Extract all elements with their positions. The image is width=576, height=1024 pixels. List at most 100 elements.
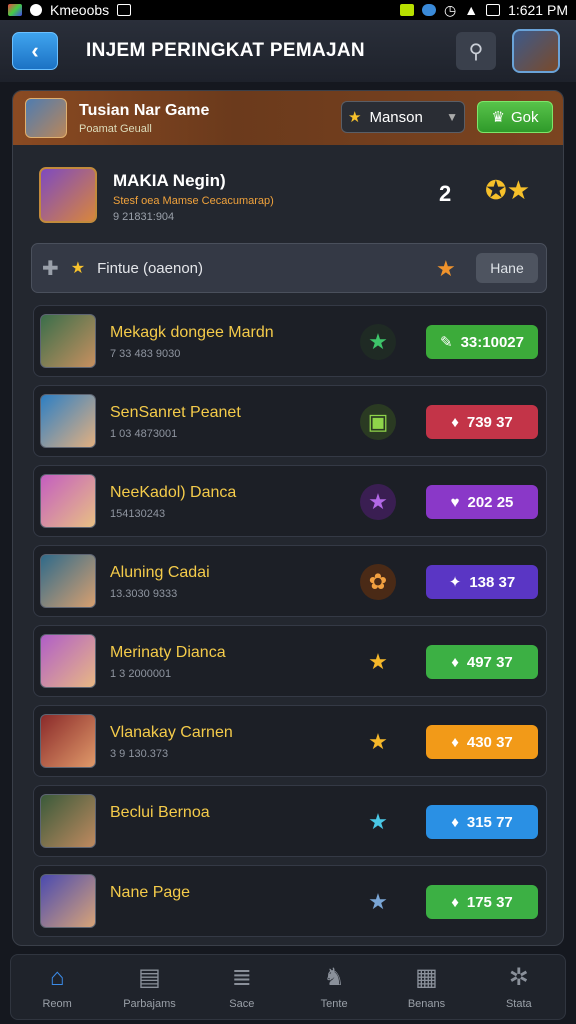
nav-tente-label: Tente	[320, 998, 348, 1010]
player-row[interactable]: Aluning Cadai 13.3030 9333 ✿ ✦ 138 37	[33, 545, 547, 617]
player-avatar	[40, 714, 96, 768]
my-avatar	[39, 167, 97, 223]
nav-home[interactable]: ⌂ Reom	[17, 964, 97, 1010]
nav-home-icon: ⌂	[49, 964, 65, 991]
player-row[interactable]: Merinaty Dianca 1 3 2000001 ★ ♦ 497 37	[33, 625, 547, 697]
score-pill[interactable]: ♦ 430 37	[426, 725, 538, 759]
nav-benans-label: Benans	[407, 998, 446, 1010]
trophy-icon: ♛	[491, 109, 505, 126]
favorite-star-icon[interactable]: ★	[436, 256, 456, 282]
nav-home-label: Reom	[42, 998, 72, 1010]
season-dropdown[interactable]: ★ Manson ▼	[341, 101, 465, 133]
player-avatar	[40, 314, 96, 368]
score-pill[interactable]: ♦ 315 77	[426, 805, 538, 839]
profile-avatar[interactable]	[512, 29, 560, 73]
nav-parbajams-icon: ▤	[138, 964, 161, 991]
go-label: Gok	[510, 108, 539, 126]
score-icon: ♦	[451, 413, 459, 431]
app-grid-icon	[8, 4, 22, 16]
player-name: Aluning Cadai	[110, 564, 210, 581]
player-row[interactable]: Vlanakay Carnen 3 9 130.373 ★ ♦ 430 37	[33, 705, 547, 777]
status-time: 1:621 PM	[508, 2, 568, 18]
score-icon: ♦	[451, 813, 459, 831]
status-app-name: Kmeoobs	[50, 2, 110, 18]
player-row[interactable]: Nenah Sogse ★ ♦ 775 37	[33, 945, 547, 946]
add-icon: ✚	[42, 257, 59, 280]
player-id: 3 9 130.373	[110, 748, 169, 760]
score-icon: ♦	[451, 733, 459, 751]
player-id: 7 33 483 9030	[110, 348, 181, 360]
nav-parbajams-label: Parbajams	[123, 998, 176, 1010]
nav-benans[interactable]: ▦ Benans	[386, 964, 466, 1010]
alarm-icon: ◷	[443, 1, 457, 18]
score-icon: ♦	[451, 653, 459, 671]
search-button[interactable]: ⚲	[456, 32, 496, 70]
rank-badge-icon: ★	[368, 649, 388, 674]
filter-label: Fintue (oaenon)	[97, 259, 204, 277]
player-avatar	[40, 394, 96, 448]
score-pill[interactable]: ♦ 175 37	[426, 885, 538, 919]
player-id: 154130243	[110, 508, 166, 520]
cloud-icon	[421, 4, 436, 16]
nav-tente[interactable]: ♞ Tente	[294, 964, 374, 1010]
star-icon: ★	[348, 109, 362, 126]
score-value: 33:10027	[460, 333, 524, 351]
score-pill[interactable]: ♦ 497 37	[426, 645, 538, 679]
rank-badge-icon: ✿	[360, 564, 396, 600]
page-title: INJEM PERINGKAT PEMAJAN	[86, 40, 365, 61]
go-button[interactable]: ♛ Gok	[477, 101, 553, 133]
player-row[interactable]: Beclui Bernoa ★ ♦ 315 77	[33, 785, 547, 857]
player-avatar	[40, 474, 96, 528]
rank-badge-icon: ★	[368, 729, 388, 754]
battery-icon	[486, 4, 501, 16]
chevron-left-icon: ‹	[31, 38, 39, 63]
nav-sace[interactable]: ≣ Sace	[202, 964, 282, 1010]
player-id: 1 3 2000001	[110, 668, 172, 680]
rank-badge-icon: ★	[368, 889, 388, 914]
nav-stata[interactable]: ✲ Stata	[479, 964, 559, 1010]
banner-title: Tusian Nar Game	[79, 101, 210, 119]
game-banner: Tusian Nar Game Poamat Geuall ★ Manson ▼…	[13, 91, 563, 145]
nav-stata-icon: ✲	[508, 964, 529, 991]
app-indicator-icon	[30, 4, 42, 16]
bottom-navigation: ⌂ Reom ▤ Parbajams ≣ Sace ♞ Tente ▦ Bena…	[10, 954, 566, 1020]
nav-sace-label: Sace	[229, 998, 255, 1010]
score-icon: ♦	[451, 893, 459, 911]
player-name: Mekagk dongee Mardn	[110, 324, 274, 341]
signal-icon: ▲	[464, 2, 479, 18]
rank-badge-icon: ▣	[360, 404, 396, 440]
player-id: 13.3030 9333	[110, 588, 178, 600]
status-bar: Kmeoobs ◷ ▲ 1:621 PM	[0, 0, 576, 20]
search-icon: ⚲	[468, 40, 484, 63]
nav-stata-label: Stata	[505, 998, 532, 1010]
my-rank-card[interactable]: MAKIA Negin) Stesf oea Mamse Cecacumarap…	[35, 165, 545, 229]
rank-badge-icon: ★	[368, 809, 388, 834]
game-avatar	[25, 98, 67, 138]
player-row[interactable]: NeeKadol) Danca 154130243 ★ ♥ 202 25	[33, 465, 547, 537]
rank-badge-icon: ★	[360, 484, 396, 520]
nav-parbajams[interactable]: ▤ Parbajams	[109, 964, 189, 1010]
nav-sace-icon: ≣	[231, 964, 252, 991]
score-pill[interactable]: ♦ 739 37	[426, 405, 538, 439]
nav-tente-icon: ♞	[323, 964, 345, 991]
player-name: Nane Page	[110, 884, 191, 901]
player-row[interactable]: SenSanret Peanet 1 03 4873001 ▣ ♦ 739 37	[33, 385, 547, 457]
top-header: ‹ INJEM PERINGKAT PEMAJAN ⚲	[0, 20, 576, 82]
player-row[interactable]: Nane Page ★ ♦ 175 37	[33, 865, 547, 937]
score-pill[interactable]: ♥ 202 25	[426, 485, 538, 519]
back-button[interactable]: ‹	[12, 32, 58, 70]
star-icon: ★	[70, 260, 86, 277]
player-name: SenSanret Peanet	[110, 404, 241, 421]
score-icon: ♥	[450, 493, 460, 511]
score-pill[interactable]: ✎ 33:10027	[426, 325, 538, 359]
player-row[interactable]: Mekagk dongee Mardn 7 33 483 9030 ★ ✎ 33…	[33, 305, 547, 377]
player-id: 1 03 4873001	[110, 428, 178, 440]
nav-benans-icon: ▦	[415, 964, 438, 991]
my-subtitle: Stesf oea Mamse Cecacumarap)	[113, 195, 274, 207]
score-icon: ✦	[448, 574, 462, 591]
score-value: 138 37	[469, 573, 516, 591]
score-pill[interactable]: ✦ 138 37	[426, 565, 538, 599]
filter-button[interactable]: Hane	[476, 253, 538, 283]
player-name: Merinaty Dianca	[110, 644, 226, 661]
chevron-down-icon: ▼	[446, 110, 458, 124]
